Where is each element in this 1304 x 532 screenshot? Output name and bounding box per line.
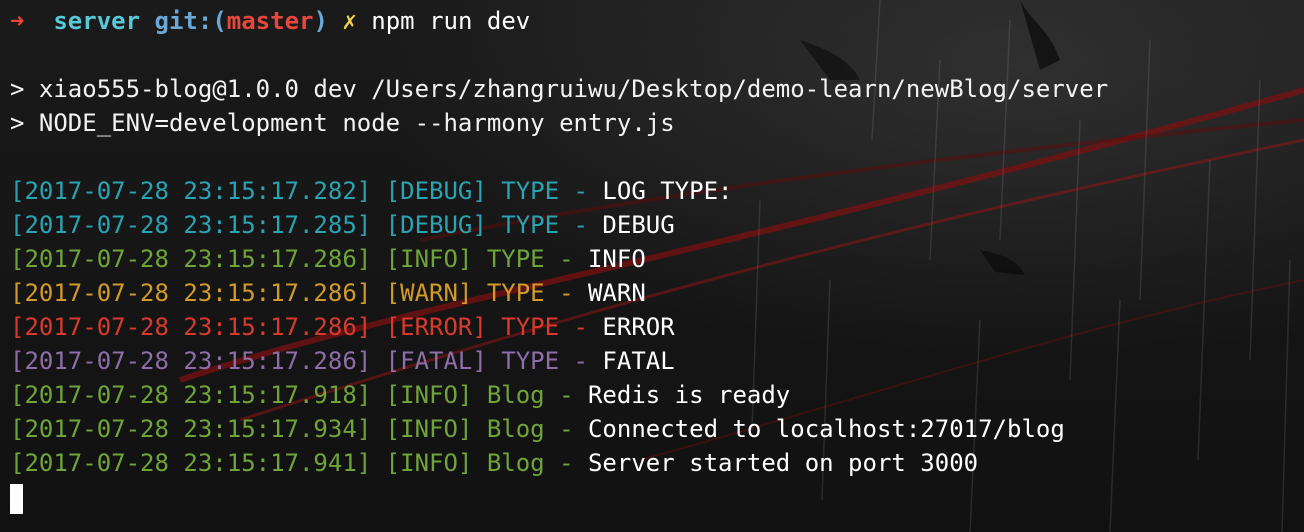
log-message: Server started on port 3000 — [587, 449, 979, 477]
log-message: Connected to localhost:27017/blog — [587, 415, 1065, 443]
log-line: [2017-07-28 23:15:17.941] [INFO] Blog - … — [10, 446, 1304, 480]
log-line: [2017-07-28 23:15:17.286] [FATAL] TYPE -… — [10, 344, 1304, 378]
input-line[interactable] — [10, 480, 1304, 514]
log-message: ERROR — [602, 313, 675, 341]
log-prefix: [2017-07-28 23:15:17.918] [INFO] Blog - — [10, 381, 588, 409]
log-prefix: [2017-07-28 23:15:17.934] [INFO] Blog - — [10, 415, 588, 443]
text-cursor — [10, 484, 23, 514]
log-line: [2017-07-28 23:15:17.286] [WARN] TYPE - … — [10, 276, 1304, 310]
log-message: WARN — [587, 279, 646, 307]
log-line: [2017-07-28 23:15:17.285] [DEBUG] TYPE -… — [10, 208, 1304, 242]
prompt-command: npm run dev — [371, 7, 531, 35]
log-prefix: [2017-07-28 23:15:17.941] [INFO] Blog - — [10, 449, 588, 477]
log-message: LOG TYPE: — [602, 177, 733, 205]
log-message: DEBUG — [602, 211, 675, 239]
log-prefix: [2017-07-28 23:15:17.282] [DEBUG] TYPE - — [10, 177, 603, 205]
log-prefix: [2017-07-28 23:15:17.286] [ERROR] TYPE - — [10, 313, 603, 341]
prompt-git-prefix: git:( — [154, 7, 227, 35]
prompt-arrow-icon: ➜ — [10, 7, 25, 35]
prompt-git-branch: master — [226, 7, 314, 35]
log-line: [2017-07-28 23:15:17.934] [INFO] Blog - … — [10, 412, 1304, 446]
script-line: > NODE_ENV=development node --harmony en… — [10, 109, 675, 137]
prompt-dirty-mark-icon: ✗ — [342, 7, 357, 35]
prompt-directory: server — [53, 7, 141, 35]
log-message: Redis is ready — [587, 381, 791, 409]
terminal-window[interactable]: ➜ server git:(master) ✗ npm run dev > xi… — [0, 0, 1304, 532]
log-prefix: [2017-07-28 23:15:17.286] [WARN] TYPE - — [10, 279, 588, 307]
log-prefix: [2017-07-28 23:15:17.286] [FATAL] TYPE - — [10, 347, 603, 375]
log-prefix: [2017-07-28 23:15:17.285] [DEBUG] TYPE - — [10, 211, 603, 239]
log-message: FATAL — [602, 347, 675, 375]
log-line: [2017-07-28 23:15:17.286] [ERROR] TYPE -… — [10, 310, 1304, 344]
prompt-git-suffix: ) — [313, 7, 328, 35]
log-line: [2017-07-28 23:15:17.286] [INFO] TYPE - … — [10, 242, 1304, 276]
log-line: [2017-07-28 23:15:17.918] [INFO] Blog - … — [10, 378, 1304, 412]
log-line: [2017-07-28 23:15:17.282] [DEBUG] TYPE -… — [10, 174, 1304, 208]
script-line: > xiao555-blog@1.0.0 dev /Users/zhangrui… — [10, 75, 1109, 103]
log-prefix: [2017-07-28 23:15:17.286] [INFO] TYPE - — [10, 245, 588, 273]
shell-prompt-line: ➜ server git:(master) ✗ npm run dev — [10, 4, 1304, 38]
log-message: INFO — [587, 245, 646, 273]
